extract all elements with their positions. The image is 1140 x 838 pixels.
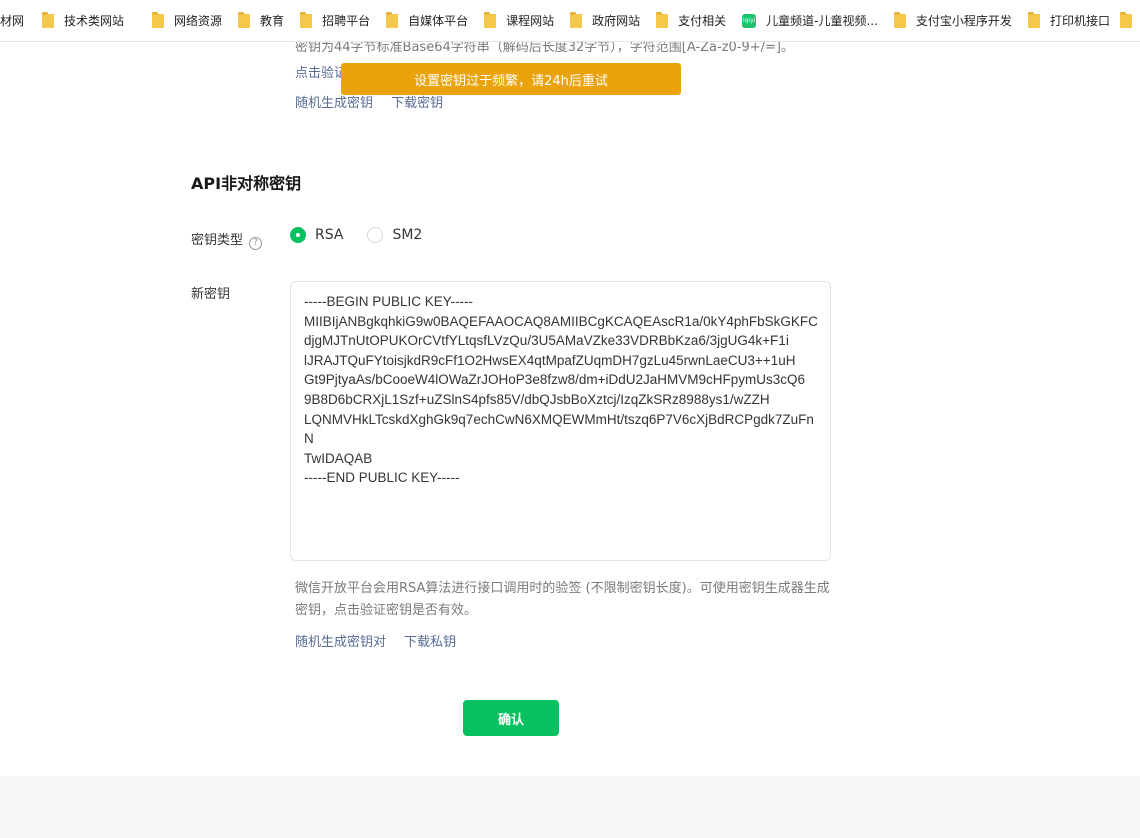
download-private-key-link[interactable]: 下载私钥 xyxy=(404,635,456,650)
confirm-button[interactable]: 确认 xyxy=(463,700,559,736)
key-type-label-text: 密钥类型 xyxy=(191,233,244,248)
folder-icon xyxy=(238,11,251,28)
rsa-description: 微信开放平台会用RSA算法进行接口调用时的验签 (不限制密钥长度)。可使用密钥生… xyxy=(295,581,830,618)
help-icon[interactable]: ? xyxy=(249,237,263,250)
asymmetric-key-links: 随机生成密钥对 下载私钥 xyxy=(295,631,470,650)
radio-rsa[interactable]: RSA xyxy=(290,227,343,243)
bookmark-label: 支付宝小程序开发 xyxy=(915,14,1012,28)
radio-checked-icon xyxy=(290,227,306,243)
folder-icon xyxy=(893,11,906,28)
bookmark-label: 材网 xyxy=(0,14,25,28)
bookmark-label: 儿童频道-儿童视频... xyxy=(766,14,878,28)
error-toast: 设置密钥过于频繁，请24h后重试 xyxy=(341,63,681,95)
folder-icon xyxy=(152,11,165,28)
bookmark-item[interactable]: 支付宝小程序开发 xyxy=(893,0,1012,41)
bookmark-item[interactable]: 支付相关 xyxy=(656,0,727,41)
bookmark-item[interactable]: 网络资源 xyxy=(152,0,223,41)
bookmark-item[interactable]: 教育 xyxy=(238,0,285,41)
radio-label: SM2 xyxy=(392,227,423,243)
bookmark-item[interactable]: 课程网站 xyxy=(484,0,555,41)
bookmark-item[interactable]: 技术类网站 xyxy=(42,0,125,41)
bookmarks-bar: 材网 技术类网站 网络资源 教育 招聘平台 自媒体平台 课程网站 政府网站 支付… xyxy=(0,0,1140,42)
folder-icon xyxy=(42,11,55,28)
verify-key-link[interactable]: 点击验证 xyxy=(295,62,347,81)
site-icon: iqiyi xyxy=(742,13,757,28)
main-content: 密钥为44字节标准Base64字符串（解码后长度32字节），字符范围[A-Za-… xyxy=(0,42,1140,776)
radio-unchecked-icon xyxy=(367,227,384,243)
bookmark-label: 打印机接口 xyxy=(1049,14,1110,28)
download-key-link[interactable]: 下载密钥 xyxy=(391,96,443,111)
folder-icon xyxy=(300,11,313,28)
bookmark-label: 招聘平台 xyxy=(322,14,371,28)
folder-icon xyxy=(386,11,399,28)
radio-sm2[interactable]: SM2 xyxy=(367,227,422,243)
symmetric-key-description: 密钥为44字节标准Base64字符串（解码后长度32字节），字符范围[A-Za-… xyxy=(295,42,835,59)
bookmark-label: 教育 xyxy=(260,14,285,28)
bookmark-label: 自媒体平台 xyxy=(408,14,469,28)
generate-key-link[interactable]: 随机生成密钥 xyxy=(295,96,373,111)
bookmark-item[interactable]: 自媒体平台 xyxy=(386,0,469,41)
bookmark-item[interactable]: iqiyi 儿童频道-儿童视频... xyxy=(742,0,878,41)
public-key-text: -----BEGIN PUBLIC KEY----- MIIBIjANBgkqh… xyxy=(304,294,818,486)
bookmark-label: 技术类网站 xyxy=(64,14,125,28)
new-key-label: 新密钥 xyxy=(191,287,231,302)
bookmark-item[interactable] xyxy=(1119,0,1140,41)
bookmark-item[interactable]: 政府网站 xyxy=(570,0,641,41)
bookmark-item[interactable]: 打印机接口 xyxy=(1027,0,1110,41)
bookmark-label: 网络资源 xyxy=(174,14,223,28)
symmetric-key-description-text: 密钥为44字节标准Base64字符串（解码后长度32字节），字符范围[A-Za-… xyxy=(295,42,795,55)
radio-label: RSA xyxy=(315,227,344,243)
section-title: API非对称密钥 xyxy=(191,174,302,193)
bookmark-label: 支付相关 xyxy=(678,14,727,28)
folder-icon xyxy=(1027,11,1040,28)
folder-icon xyxy=(656,11,669,28)
public-key-textarea[interactable]: -----BEGIN PUBLIC KEY----- MIIBIjANBgkqh… xyxy=(290,281,831,561)
bookmark-label: 课程网站 xyxy=(506,14,555,28)
folder-icon xyxy=(1119,11,1132,28)
folder-icon xyxy=(484,11,497,28)
page-footer-area xyxy=(0,776,1140,838)
folder-icon xyxy=(570,11,583,28)
key-type-radio-group: RSA SM2 xyxy=(290,227,446,243)
bookmark-label: 政府网站 xyxy=(592,14,641,28)
key-type-label: 密钥类型? xyxy=(191,229,263,250)
generate-key-pair-link[interactable]: 随机生成密钥对 xyxy=(295,635,386,650)
bookmark-item[interactable]: 材网 xyxy=(0,0,25,41)
bookmark-item[interactable]: 招聘平台 xyxy=(300,0,371,41)
